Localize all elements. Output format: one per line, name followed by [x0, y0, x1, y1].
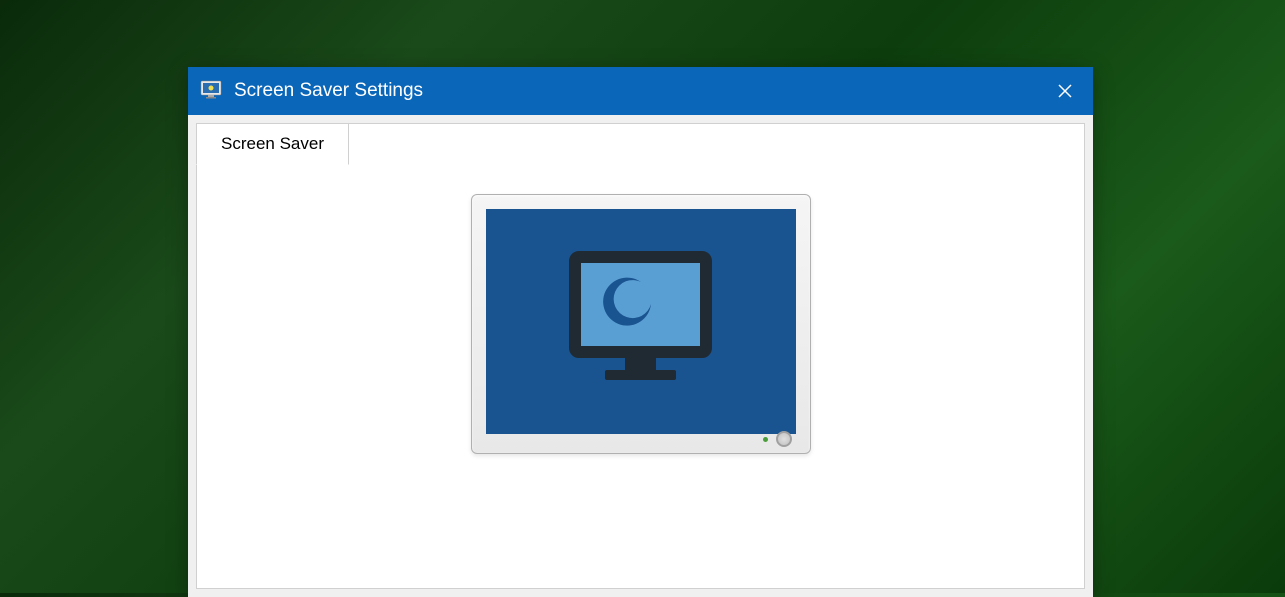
screen-saver-settings-dialog: Screen Saver Settings Screen Saver [188, 67, 1093, 597]
power-led-icon [763, 437, 768, 442]
titlebar[interactable]: Screen Saver Settings [188, 67, 1093, 115]
dialog-body: Screen Saver [188, 115, 1093, 597]
monitor-screen [486, 209, 796, 434]
screensaver-icon [200, 79, 224, 103]
tab-content [197, 124, 1084, 588]
monitor-frame [471, 194, 811, 454]
tab-panel: Screen Saver [196, 123, 1085, 589]
window-title: Screen Saver Settings [234, 80, 423, 102]
power-button-icon [776, 431, 792, 447]
tab-screen-saver[interactable]: Screen Saver [196, 123, 349, 165]
monitor-preview [471, 194, 811, 494]
monitor-base [472, 429, 810, 449]
close-button[interactable] [1037, 67, 1093, 115]
close-icon [1058, 84, 1072, 98]
screensaver-graphic-icon [563, 249, 718, 394]
